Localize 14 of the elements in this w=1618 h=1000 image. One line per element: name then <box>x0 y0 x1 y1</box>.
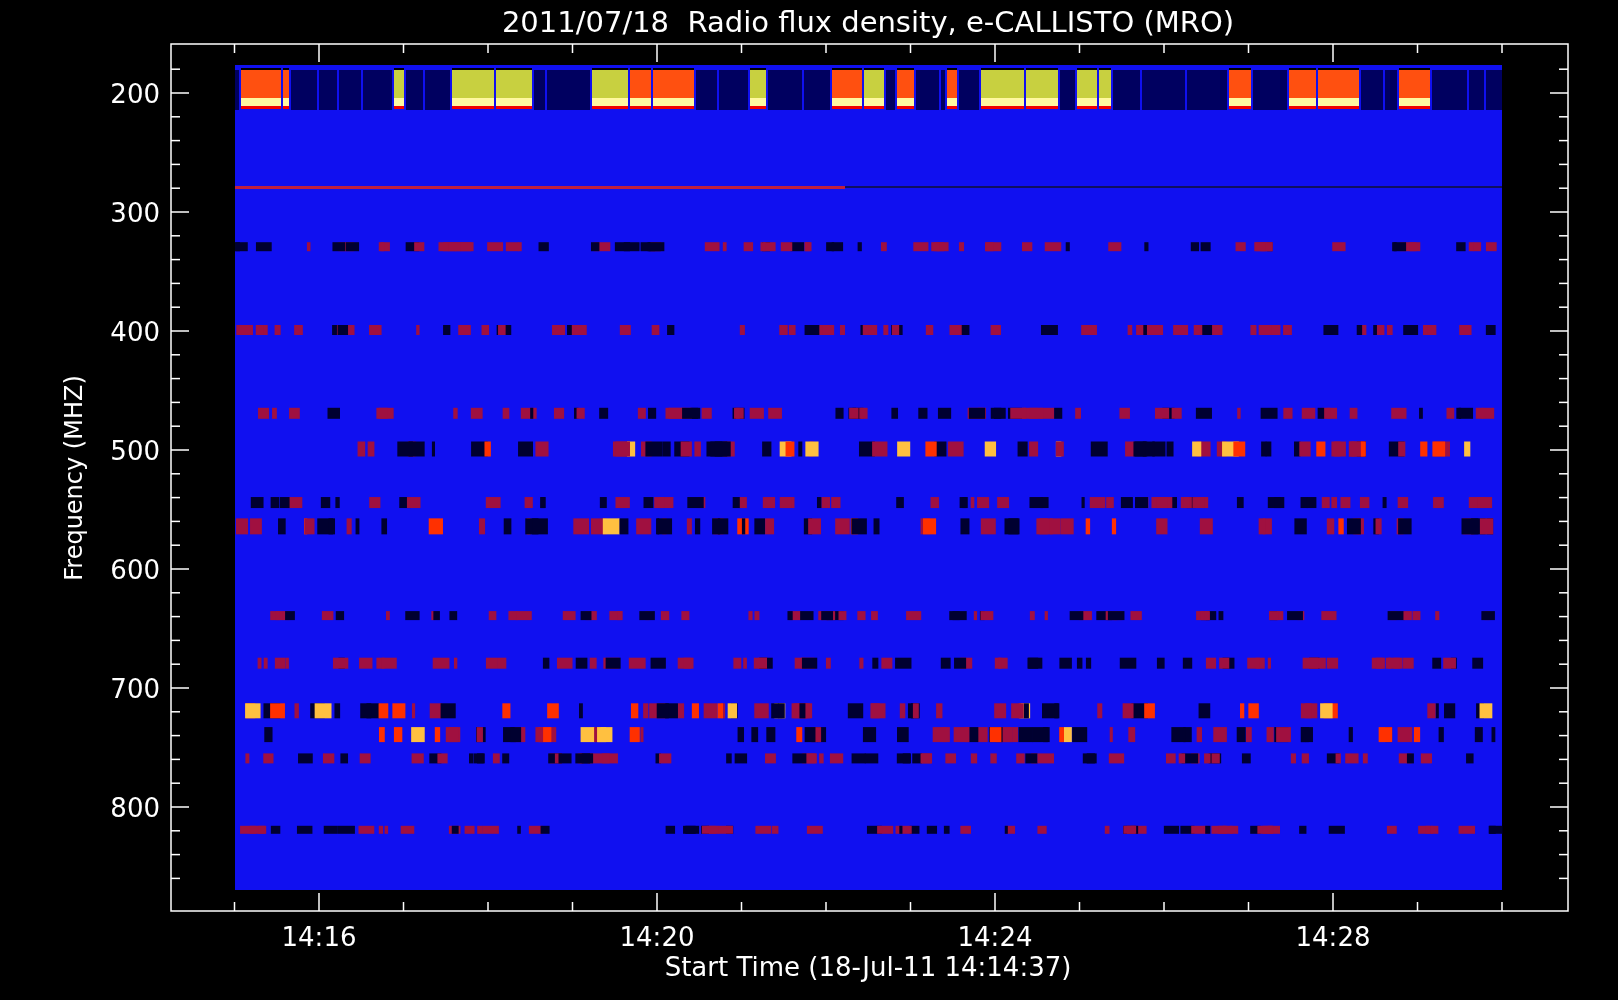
y-axis-label: Frequency (MHZ) <box>60 375 88 581</box>
y-tick-label: 200 <box>110 79 160 109</box>
x-axis-label: Start Time (18-Jul-11 14:14:37) <box>664 952 1072 982</box>
x-tick-label: 14:20 <box>619 922 695 952</box>
chart-title: 2011/07/18 Radio flux density, e-CALLISTO (MRO) <box>501 5 1235 39</box>
y-tick-label: 700 <box>110 674 160 704</box>
y-tick-label: 500 <box>110 436 160 466</box>
x-tick-label: 14:16 <box>281 922 357 952</box>
x-tick-label: 14:28 <box>1295 922 1371 952</box>
y-tick-label: 600 <box>110 555 160 585</box>
x-tick-label: 14:24 <box>957 922 1033 952</box>
y-tick-label: 300 <box>110 198 160 228</box>
y-tick-label: 800 <box>110 793 160 823</box>
y-tick-label: 400 <box>110 317 160 347</box>
